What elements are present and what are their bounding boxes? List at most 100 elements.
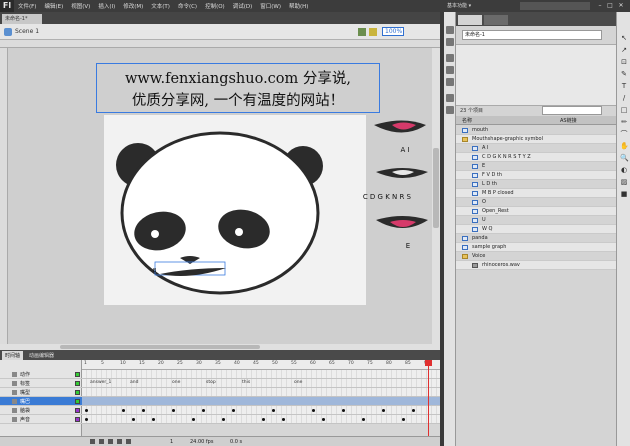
align-panel-icon[interactable]: [446, 54, 454, 62]
swatches-panel-icon[interactable]: [446, 38, 454, 46]
layer-color-swatch[interactable]: [75, 399, 80, 404]
edit-symbol-icon[interactable]: [369, 28, 377, 36]
info-panel-icon[interactable]: [446, 66, 454, 74]
tool-button[interactable]: ✎: [620, 70, 628, 78]
library-search-input[interactable]: [542, 106, 602, 115]
library-item[interactable]: Voice: [456, 252, 616, 261]
edit-scene-icon[interactable]: [358, 28, 366, 36]
keyframe[interactable]: [202, 409, 205, 412]
keyframe[interactable]: [342, 409, 345, 412]
keyframe[interactable]: [382, 409, 385, 412]
frame-row[interactable]: [82, 370, 440, 379]
tab-properties[interactable]: [458, 15, 482, 25]
tool-button[interactable]: T: [620, 82, 628, 90]
transform-panel-icon[interactable]: [446, 78, 454, 86]
library-item[interactable]: mouth: [456, 126, 616, 135]
frame-ruler[interactable]: 151015202530354045505560657075808590: [82, 360, 440, 370]
code-snippets-icon[interactable]: [446, 94, 454, 102]
layer-row[interactable]: 动作: [0, 370, 82, 379]
next-frame-icon[interactable]: [117, 439, 122, 444]
keyframe[interactable]: [272, 409, 275, 412]
play-icon[interactable]: [108, 439, 113, 444]
layer-color-swatch[interactable]: [75, 408, 80, 413]
zoom-input[interactable]: 100%: [382, 27, 404, 36]
library-item[interactable]: L D th: [456, 180, 616, 189]
menu-edit[interactable]: 编辑(E): [40, 2, 67, 10]
tool-button[interactable]: □: [620, 106, 628, 114]
layer-color-swatch[interactable]: [75, 372, 80, 377]
tool-button[interactable]: ■: [620, 190, 628, 198]
column-linkage-header[interactable]: AS链接: [560, 117, 577, 124]
menu-help[interactable]: 帮助(H): [285, 2, 312, 10]
keyframe[interactable]: [232, 409, 235, 412]
library-column-header[interactable]: 名称 AS链接: [456, 116, 616, 125]
menu-debug[interactable]: 调试(D): [229, 2, 257, 10]
keyframe[interactable]: [122, 409, 125, 412]
tab-timeline[interactable]: 时间轴: [2, 351, 24, 360]
library-item[interactable]: Open_Rest: [456, 207, 616, 216]
keyframe[interactable]: [362, 418, 365, 421]
tool-button[interactable]: ↗: [620, 46, 628, 54]
keyframe[interactable]: [222, 418, 225, 421]
keyframe[interactable]: [85, 409, 88, 412]
maximize-button[interactable]: □: [606, 2, 614, 10]
library-item[interactable]: Mouthshape-graphic symbol: [456, 135, 616, 144]
tool-button[interactable]: ✋: [620, 142, 629, 150]
keyframe[interactable]: [152, 418, 155, 421]
keyframe[interactable]: [412, 409, 415, 412]
library-item[interactable]: E: [456, 162, 616, 171]
frame-grid[interactable]: answer_1 and one stop this one: [82, 370, 440, 436]
prev-frame-icon[interactable]: [99, 439, 104, 444]
frame-row-selected[interactable]: [82, 397, 440, 406]
scene-label[interactable]: Scene 1: [15, 28, 39, 35]
close-button[interactable]: ✕: [617, 2, 625, 10]
library-item[interactable]: A I: [456, 144, 616, 153]
keyframe[interactable]: [402, 418, 405, 421]
layer-color-swatch[interactable]: [75, 381, 80, 386]
menu-insert[interactable]: 插入(I): [94, 2, 119, 10]
menu-commands[interactable]: 命令(C): [174, 2, 201, 10]
column-name-header[interactable]: 名称: [462, 117, 472, 124]
library-item[interactable]: C D G K N R S T Y Z: [456, 153, 616, 162]
tool-button[interactable]: ⌒: [620, 130, 628, 138]
tool-button[interactable]: ⊡: [620, 58, 628, 66]
frame-row[interactable]: [82, 388, 440, 397]
stage-vertical-scrollbar[interactable]: [432, 48, 440, 344]
tool-button[interactable]: ▨: [620, 178, 628, 186]
library-item[interactable]: O: [456, 198, 616, 207]
fps-readout[interactable]: 24.00 fps: [190, 439, 213, 445]
keyframe[interactable]: [132, 418, 135, 421]
keyframe[interactable]: [322, 418, 325, 421]
menu-text[interactable]: 文本(T): [147, 2, 174, 10]
menu-control[interactable]: 控制(O): [201, 2, 229, 10]
library-item[interactable]: W Q: [456, 225, 616, 234]
menu-file[interactable]: 文件(F): [14, 2, 40, 10]
keyframe[interactable]: [142, 409, 145, 412]
document-tab[interactable]: 未命名-1*: [2, 14, 42, 24]
menu-view[interactable]: 视图(V): [67, 2, 94, 10]
keyframe[interactable]: [85, 418, 88, 421]
workspace-switcher[interactable]: 基本功能 ▾: [447, 2, 477, 10]
playhead[interactable]: [428, 360, 429, 436]
library-item[interactable]: sample graph: [456, 243, 616, 252]
layer-color-swatch[interactable]: [75, 390, 80, 395]
layer-color-swatch[interactable]: [75, 417, 80, 422]
scroll-thumb[interactable]: [60, 345, 260, 349]
layer-row-selected[interactable]: 嘴巴: [0, 397, 82, 406]
current-frame[interactable]: 1: [170, 439, 173, 445]
keyframe[interactable]: [192, 418, 195, 421]
tool-button[interactable]: ↖: [620, 34, 628, 42]
library-item[interactable]: panda: [456, 234, 616, 243]
keyframe[interactable]: [262, 418, 265, 421]
color-panel-icon[interactable]: [446, 26, 454, 34]
tool-button[interactable]: ✏: [620, 118, 628, 126]
back-arrow-icon[interactable]: [4, 28, 12, 36]
keyframe[interactable]: [172, 409, 175, 412]
frame-row[interactable]: [82, 415, 440, 424]
library-item[interactable]: F V D th: [456, 171, 616, 180]
library-item[interactable]: rhinoceros.wav: [456, 261, 616, 270]
tool-button[interactable]: /: [620, 94, 628, 102]
frame-row[interactable]: [82, 406, 440, 415]
tool-button[interactable]: ◐: [620, 166, 628, 174]
menu-modify[interactable]: 修改(M): [119, 2, 147, 10]
